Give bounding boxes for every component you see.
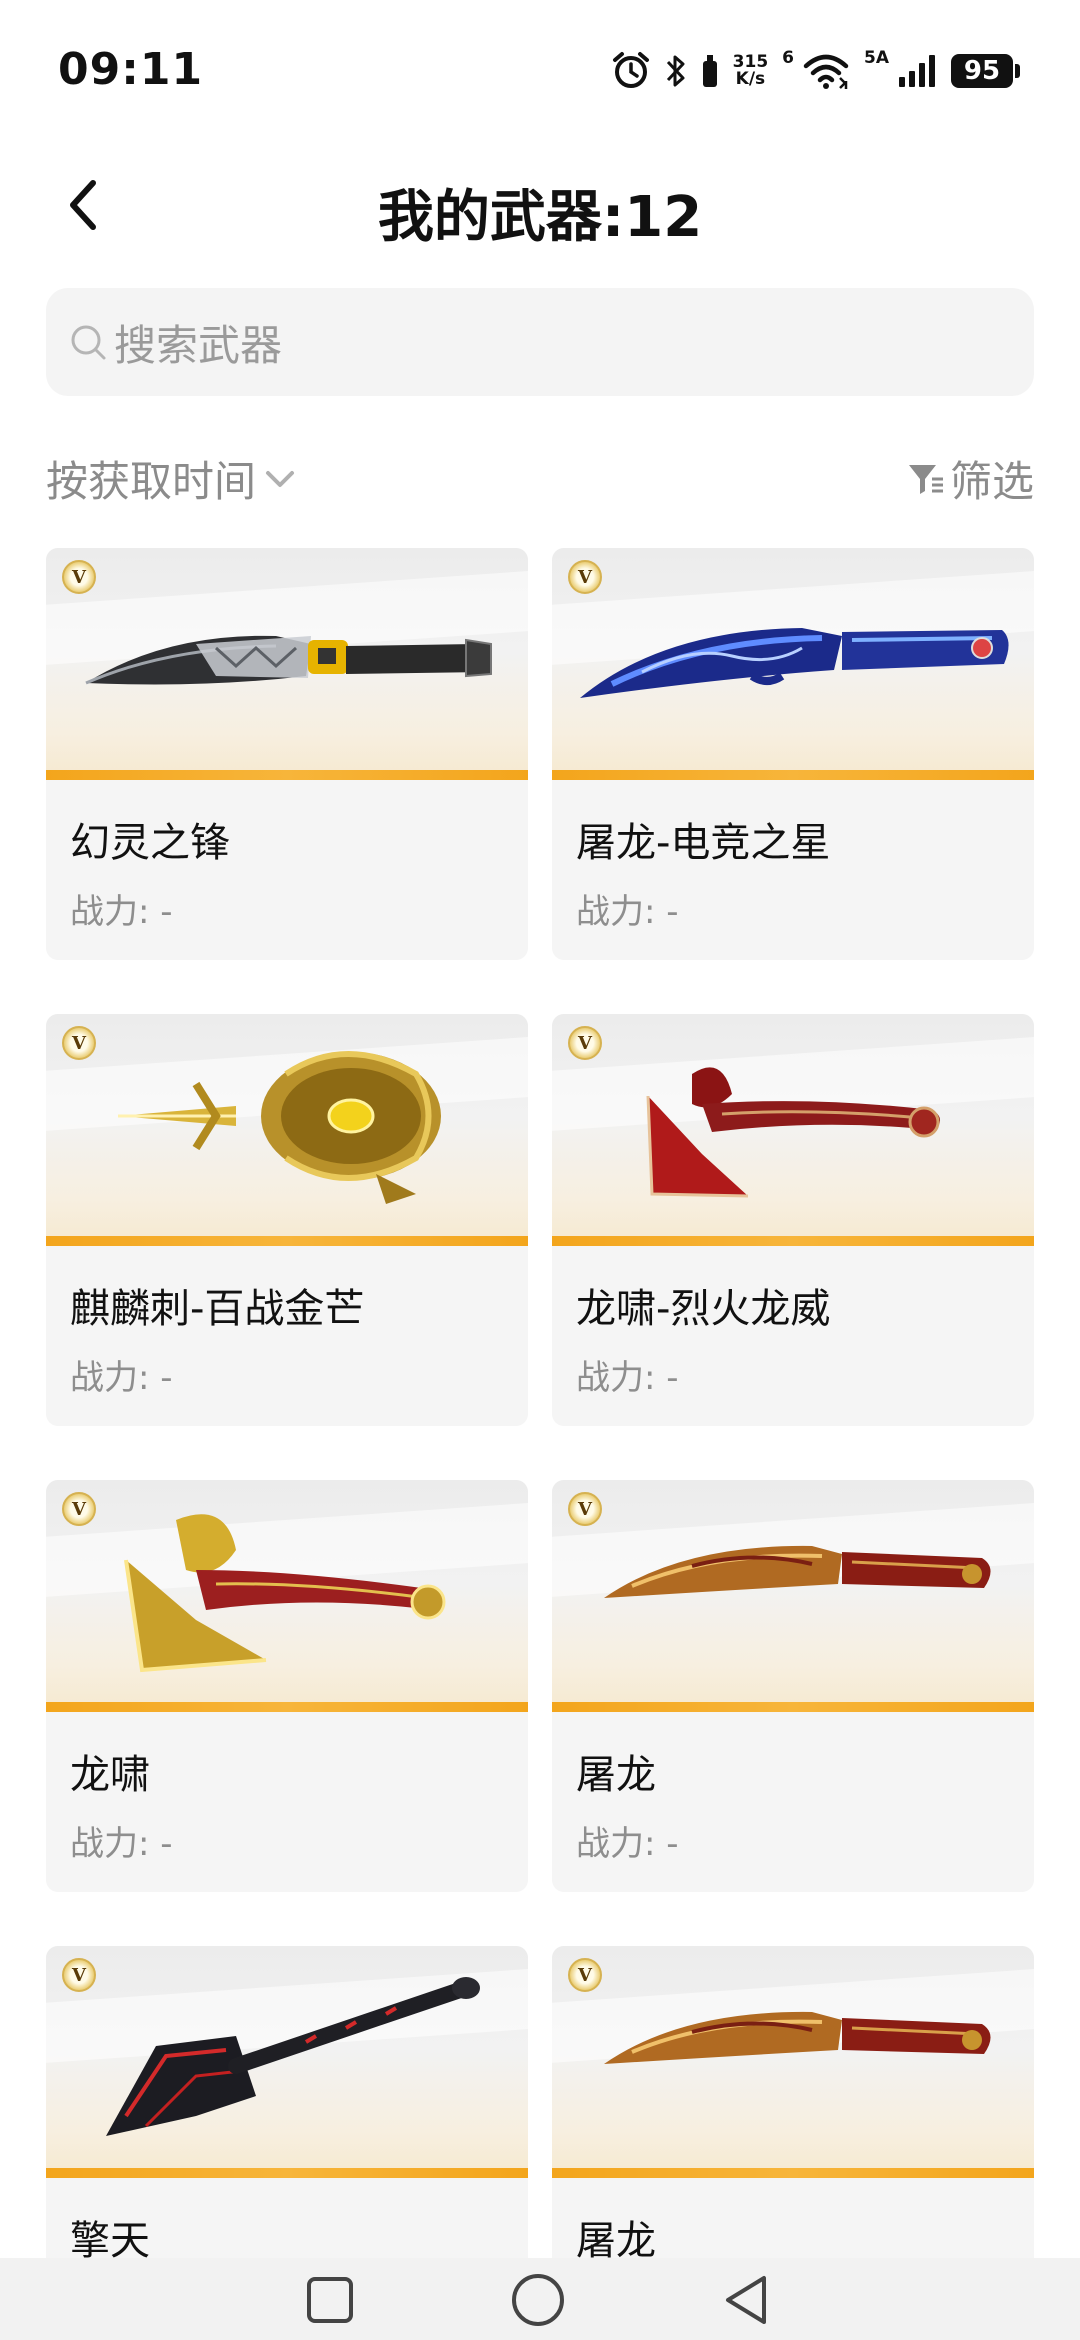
recent-apps-button[interactable] xyxy=(300,2272,360,2328)
weapon-name: 麒麟刺-百战金芒 xyxy=(70,1286,365,1332)
v-badge-icon: V xyxy=(62,560,96,594)
weapon-card[interactable]: V 擎天 xyxy=(46,1946,528,2258)
kukri-red-icon xyxy=(604,2011,991,2064)
square-icon xyxy=(307,2277,353,2323)
weapon-card[interactable]: V 屠龙 xyxy=(552,1946,1034,2258)
status-bar: 09:11 315 K/s 6 5A 95 xyxy=(0,0,1080,140)
system-nav-bar xyxy=(0,2258,1080,2340)
weapon-image: V xyxy=(46,1480,528,1712)
v-badge-icon: V xyxy=(568,1958,602,1992)
filter-label: 筛选 xyxy=(949,457,1034,506)
circle-icon xyxy=(512,2274,564,2326)
weapon-power: 战力: - xyxy=(576,892,679,932)
battery-icon: 95 xyxy=(951,54,1020,88)
weapon-name: 屠龙 xyxy=(576,1752,656,1798)
weapon-image: V xyxy=(46,548,528,780)
signal-label: 5A xyxy=(864,48,889,68)
weapon-image: V xyxy=(46,1946,528,2178)
filter-button[interactable]: 筛选 xyxy=(906,448,1034,509)
battery-saver-icon xyxy=(701,53,719,89)
bluetooth-icon xyxy=(665,52,687,90)
weapon-power: 战力: - xyxy=(70,1824,173,1864)
search-input[interactable]: 搜索武器 xyxy=(46,288,1034,396)
filter-row: 按获取时间 筛选 xyxy=(46,448,1034,508)
weapon-card[interactable]: V 麒麟刺-百战金芒 战力: - xyxy=(46,1014,528,1426)
weapon-card[interactable]: V 屠龙 战力: - xyxy=(552,1480,1034,1892)
net-speed-unit: K/s xyxy=(735,69,766,89)
weapon-name: 屠龙-电竞之星 xyxy=(576,820,831,866)
wifi-icon xyxy=(802,52,850,90)
home-button[interactable] xyxy=(508,2272,568,2328)
red-axe-icon xyxy=(646,1067,941,1198)
gold-dagger-icon xyxy=(118,1051,441,1204)
chevron-down-icon xyxy=(266,470,295,487)
net-speed: 315 K/s xyxy=(733,54,769,88)
v-badge-icon: V xyxy=(62,1492,96,1526)
weapon-name: 龙啸 xyxy=(70,1752,150,1798)
weapon-card[interactable]: V 龙啸 战力: - xyxy=(46,1480,528,1892)
weapon-power: 战力: - xyxy=(70,892,173,932)
search-icon xyxy=(68,322,108,362)
status-icons: 315 K/s 6 5A 95 xyxy=(611,48,1020,94)
search-placeholder: 搜索武器 xyxy=(114,320,283,370)
weapon-power: 战力: - xyxy=(576,1824,679,1864)
weapon-name: 擎天 xyxy=(70,2218,150,2258)
kukri-blue-icon xyxy=(580,628,1009,698)
triangle-back-icon xyxy=(726,2276,766,2324)
v-badge-icon: V xyxy=(568,1492,602,1526)
weapon-image: V xyxy=(552,1480,1034,1712)
weapon-card[interactable]: V 幻灵之锋 战力: - xyxy=(46,548,528,960)
black-shovel-icon xyxy=(106,1977,480,2136)
weapon-image: V xyxy=(552,1014,1034,1246)
cell-signal-icon xyxy=(897,53,937,89)
alarm-icon xyxy=(611,51,651,91)
kukri-silver-icon xyxy=(85,635,492,685)
weapon-card[interactable]: V 屠龙-电竞之星 战力: - xyxy=(552,548,1034,960)
weapon-card[interactable]: V 龙啸-烈火龙威 战力: - xyxy=(552,1014,1034,1426)
weapon-grid: V 幻灵之锋 战力: - V 屠龙-电竞之星 战力: - V 麒麟刺-百战金芒 … xyxy=(46,548,1034,2258)
v-badge-icon: V xyxy=(62,1026,96,1060)
filter-icon xyxy=(908,464,943,494)
v-badge-icon: V xyxy=(62,1958,96,1992)
weapon-power: 战力: - xyxy=(576,1358,679,1398)
page-title: 我的武器:12 xyxy=(377,185,703,250)
nav-back-button[interactable] xyxy=(716,2272,776,2328)
weapon-name: 屠龙 xyxy=(576,2218,656,2258)
weapon-image: V xyxy=(552,1946,1034,2178)
kukri-red-icon xyxy=(604,1545,991,1598)
sort-label: 按获取时间 xyxy=(46,457,257,506)
battery-level: 95 xyxy=(951,54,1013,88)
v-badge-icon: V xyxy=(568,1026,602,1060)
header: 我的武器:12 xyxy=(0,150,1080,260)
wifi-label: 6 xyxy=(782,48,794,68)
v-badge-icon: V xyxy=(568,560,602,594)
weapon-image: V xyxy=(46,1014,528,1246)
weapon-name: 幻灵之锋 xyxy=(70,820,230,866)
weapon-power: 战力: - xyxy=(70,1358,173,1398)
weapon-image: V xyxy=(552,548,1034,780)
sort-dropdown[interactable]: 按获取时间 xyxy=(46,448,298,509)
weapon-name: 龙啸-烈火龙威 xyxy=(576,1286,831,1332)
gold-axe-icon xyxy=(124,1514,446,1673)
status-time: 09:11 xyxy=(58,44,204,95)
